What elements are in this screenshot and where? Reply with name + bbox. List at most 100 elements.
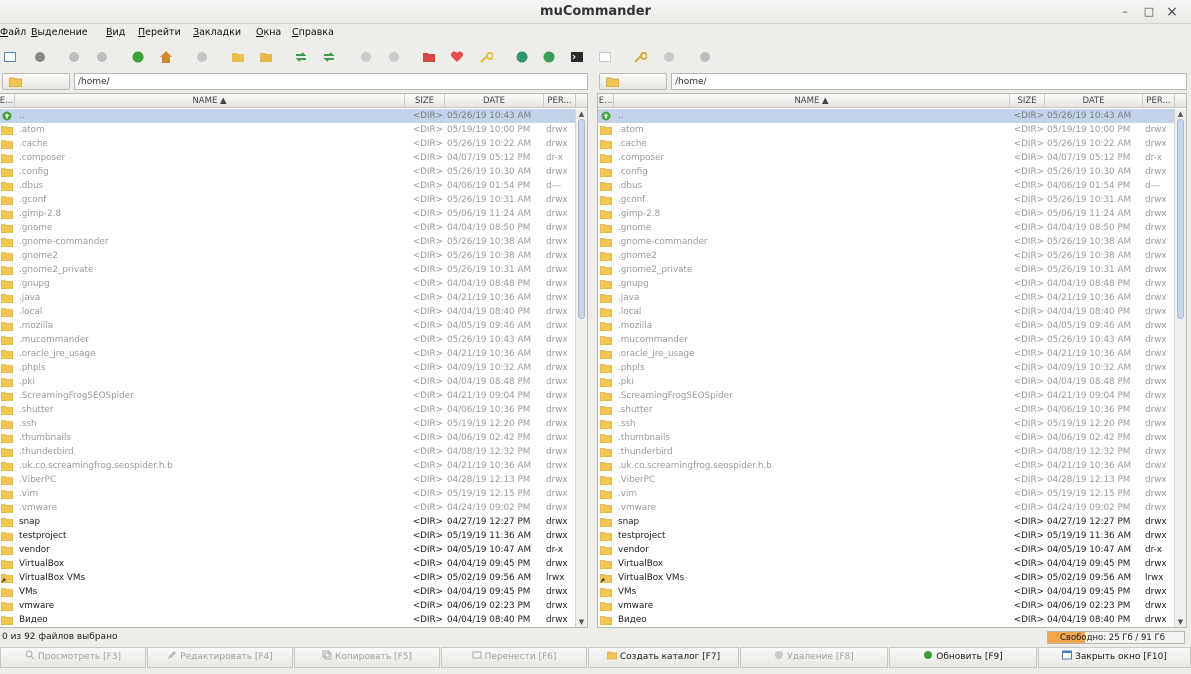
file-row[interactable]: .phpls <DIR> 04/09/19 10:32 AM drwx <box>0 361 575 375</box>
file-row[interactable]: .gnome-commander <DIR> 05/26/19 10:38 AM dr… <box>0 235 575 249</box>
toolbar-button-new-window[interactable] <box>2 49 18 65</box>
right-scrollbar[interactable]: ▲ ▼ <box>1174 109 1186 627</box>
left-path-input[interactable] <box>74 73 588 90</box>
file-row[interactable]: .uk.co.screamingfrog.seospider.h.b <DIR> 0… <box>0 459 575 473</box>
file-row[interactable]: VirtualBox VMs <DIR> 05/02/19 09:56 AM lrwx <box>598 571 1174 585</box>
file-row[interactable]: .gnome2_private <DIR> 05/26/19 10:31 AM drw… <box>0 263 575 277</box>
file-row[interactable]: .gconf <DIR> 05/26/19 10:31 AM drwx <box>598 193 1174 207</box>
file-row[interactable]: VirtualBox VMs <DIR> 05/02/19 09:56 AM lrwx <box>0 571 575 585</box>
toolbar-button-unmark-files[interactable] <box>258 49 274 65</box>
column-size[interactable]: SIZE <box>1010 94 1045 108</box>
file-row[interactable]: .ViberPC <DIR> 04/28/19 12:13 PM drwx <box>0 473 575 487</box>
file-row[interactable]: .ssh <DIR> 05/19/19 12:20 PM drwx <box>598 417 1174 431</box>
file-row[interactable]: .gnome2 <DIR> 05/26/19 10:38 AM drwx <box>598 249 1174 263</box>
file-row[interactable]: .dbus <DIR> 04/06/19 01:54 PM d--- <box>0 179 575 193</box>
file-row[interactable]: Видео <DIR> 04/04/19 08:40 PM drwx <box>598 613 1174 627</box>
fkey-button-5[interactable]: Копировать [F5] <box>294 647 440 668</box>
file-row[interactable]: .. <DIR> 05/26/19 10:43 AM <box>598 109 1174 123</box>
toolbar-button-terminal[interactable] <box>569 49 585 65</box>
file-row[interactable]: .thumbnails <DIR> 04/06/19 02:42 PM drwx <box>598 431 1174 445</box>
fkey-button-4[interactable]: Редактировать [F4] <box>147 647 293 668</box>
left-file-panel[interactable]: E... NAME ▲ SIZE DATE PER... .. <DIR> 05/2… <box>0 93 588 628</box>
toolbar-button-sync-panels[interactable] <box>321 49 337 65</box>
left-scrollbar[interactable]: ▲ ▼ <box>575 109 587 627</box>
file-row[interactable]: .gnome <DIR> 04/04/19 08:50 PM drwx <box>598 221 1174 235</box>
file-row[interactable]: .gimp-2.8 <DIR> 05/06/19 11:24 AM drwx <box>598 207 1174 221</box>
file-row[interactable]: .oracle_jre_usage <DIR> 04/21/19 10:36 AM d… <box>598 347 1174 361</box>
file-row[interactable]: .gnupg <DIR> 04/04/19 08:48 PM drwx <box>0 277 575 291</box>
menu-windows[interactable]: Окна <box>256 27 281 38</box>
file-row[interactable]: .vim <DIR> 05/19/19 12:15 PM drwx <box>598 487 1174 501</box>
file-row[interactable]: .java <DIR> 04/21/19 10:36 AM drwx <box>0 291 575 305</box>
file-row[interactable]: .pki <DIR> 04/04/19 08:48 PM drwx <box>598 375 1174 389</box>
fkey-button-8[interactable]: Удаление [F8] <box>740 647 888 668</box>
column-ext[interactable]: E... <box>0 94 15 108</box>
scroll-up-arrow[interactable]: ▲ <box>1175 109 1186 119</box>
toolbar-button-home[interactable] <box>158 49 174 65</box>
file-row[interactable]: .java <DIR> 04/21/19 10:36 AM drwx <box>598 291 1174 305</box>
menu-file[interactable]: Файл <box>0 27 26 38</box>
file-row[interactable]: .ssh <DIR> 05/19/19 12:20 PM drwx <box>0 417 575 431</box>
file-row[interactable]: testproject <DIR> 05/19/19 11:36 AM drwx <box>0 529 575 543</box>
scroll-down-arrow[interactable]: ▼ <box>1175 617 1186 627</box>
file-row[interactable]: VMs <DIR> 04/04/19 09:45 PM drwx <box>0 585 575 599</box>
toolbar-button-disabled[interactable] <box>386 49 402 65</box>
toolbar-button-disabled[interactable] <box>697 49 713 65</box>
file-row[interactable]: .vmware <DIR> 04/24/19 09:02 PM drwx <box>0 501 575 515</box>
file-row[interactable]: .gnupg <DIR> 04/04/19 08:48 PM drwx <box>598 277 1174 291</box>
toolbar-button-mark-files[interactable] <box>230 49 246 65</box>
toolbar-button-globe[interactable] <box>541 49 557 65</box>
right-file-panel[interactable]: E... NAME ▲ SIZE DATE PER... .. <DIR> 05/2… <box>597 93 1187 628</box>
toolbar-button-stop[interactable] <box>194 49 210 65</box>
toolbar-button-forward[interactable] <box>94 49 110 65</box>
toolbar-button-back[interactable] <box>66 49 82 65</box>
scroll-up-arrow[interactable]: ▲ <box>576 109 587 119</box>
file-row[interactable]: .uk.co.screamingfrog.seospider.h.b <DIR> 0… <box>598 459 1174 473</box>
file-row[interactable]: .mucommander <DIR> 05/26/19 10:43 AM drwx <box>0 333 575 347</box>
file-row[interactable]: .shutter <DIR> 04/06/19 10:36 PM drwx <box>0 403 575 417</box>
file-row[interactable]: .gimp-2.8 <DIR> 05/06/19 11:24 AM drwx <box>0 207 575 221</box>
file-row[interactable]: .oracle_jre_usage <DIR> 04/21/19 10:36 AM d… <box>0 347 575 361</box>
file-row[interactable]: .thumbnails <DIR> 04/06/19 02:42 PM drwx <box>0 431 575 445</box>
fkey-button-6[interactable]: Перенести [F6] <box>441 647 587 668</box>
file-row[interactable]: .mozilla <DIR> 04/05/19 09:46 AM drwx <box>598 319 1174 333</box>
file-row[interactable]: .pki <DIR> 04/04/19 08:48 PM drwx <box>0 375 575 389</box>
file-row[interactable]: VirtualBox <DIR> 04/04/19 09:45 PM drwx <box>0 557 575 571</box>
file-row[interactable]: VMs <DIR> 04/04/19 09:45 PM drwx <box>598 585 1174 599</box>
file-row[interactable]: .atom <DIR> 05/19/19 10:00 PM drwx <box>598 123 1174 137</box>
scroll-down-arrow[interactable]: ▼ <box>576 617 587 627</box>
file-row[interactable]: .local <DIR> 04/04/19 08:40 PM drwx <box>598 305 1174 319</box>
file-row[interactable]: .cache <DIR> 05/26/19 10:22 AM drwx <box>598 137 1174 151</box>
file-row[interactable]: .gnome <DIR> 04/04/19 08:50 PM drwx <box>0 221 575 235</box>
file-row[interactable]: .cache <DIR> 05/26/19 10:22 AM drwx <box>0 137 575 151</box>
right-path-input[interactable] <box>671 73 1187 90</box>
file-row[interactable]: .local <DIR> 04/04/19 08:40 PM drwx <box>0 305 575 319</box>
file-row[interactable]: .mozilla <DIR> 04/05/19 09:46 AM drwx <box>0 319 575 333</box>
file-row[interactable]: .thunderbird <DIR> 04/08/19 12:32 PM drwx <box>0 445 575 459</box>
close-button[interactable]: × <box>1163 3 1181 21</box>
file-row[interactable]: .gnome2_private <DIR> 05/26/19 10:31 AM drw… <box>598 263 1174 277</box>
toolbar-button-email[interactable] <box>597 49 613 65</box>
file-row[interactable]: .ScreamingFrogSEOSpider <DIR> 04/21/19 09:… <box>0 389 575 403</box>
column-date[interactable]: DATE <box>1045 94 1143 108</box>
toolbar-button-disabled[interactable] <box>358 49 374 65</box>
file-row[interactable]: .phpls <DIR> 04/09/19 10:32 AM drwx <box>598 361 1174 375</box>
scroll-thumb[interactable] <box>1177 119 1184 319</box>
toolbar-button-connect[interactable] <box>32 49 48 65</box>
file-row[interactable]: .gnome2 <DIR> 05/26/19 10:38 AM drwx <box>0 249 575 263</box>
file-row[interactable]: Видео <DIR> 04/04/19 08:40 PM drwx <box>0 613 575 627</box>
toolbar-button-swap-panels[interactable] <box>293 49 309 65</box>
column-date[interactable]: DATE <box>445 94 544 108</box>
minimize-button[interactable]: – <box>1116 3 1134 21</box>
scroll-thumb[interactable] <box>578 119 585 319</box>
column-permissions[interactable]: PER... <box>544 94 576 108</box>
column-permissions[interactable]: PER... <box>1143 94 1175 108</box>
column-name[interactable]: NAME ▲ <box>614 94 1010 108</box>
file-row[interactable]: .composer <DIR> 04/07/19 05:12 PM dr-x <box>598 151 1174 165</box>
file-row[interactable]: VirtualBox <DIR> 04/04/19 09:45 PM drwx <box>598 557 1174 571</box>
maximize-button[interactable]: □ <box>1140 3 1158 21</box>
toolbar-button-network[interactable] <box>514 49 530 65</box>
file-row[interactable]: .config <DIR> 05/26/19 10:30 AM drwx <box>598 165 1174 179</box>
file-row[interactable]: snap <DIR> 04/27/19 12:27 PM drwx <box>0 515 575 529</box>
left-drive-button[interactable] <box>2 73 70 90</box>
